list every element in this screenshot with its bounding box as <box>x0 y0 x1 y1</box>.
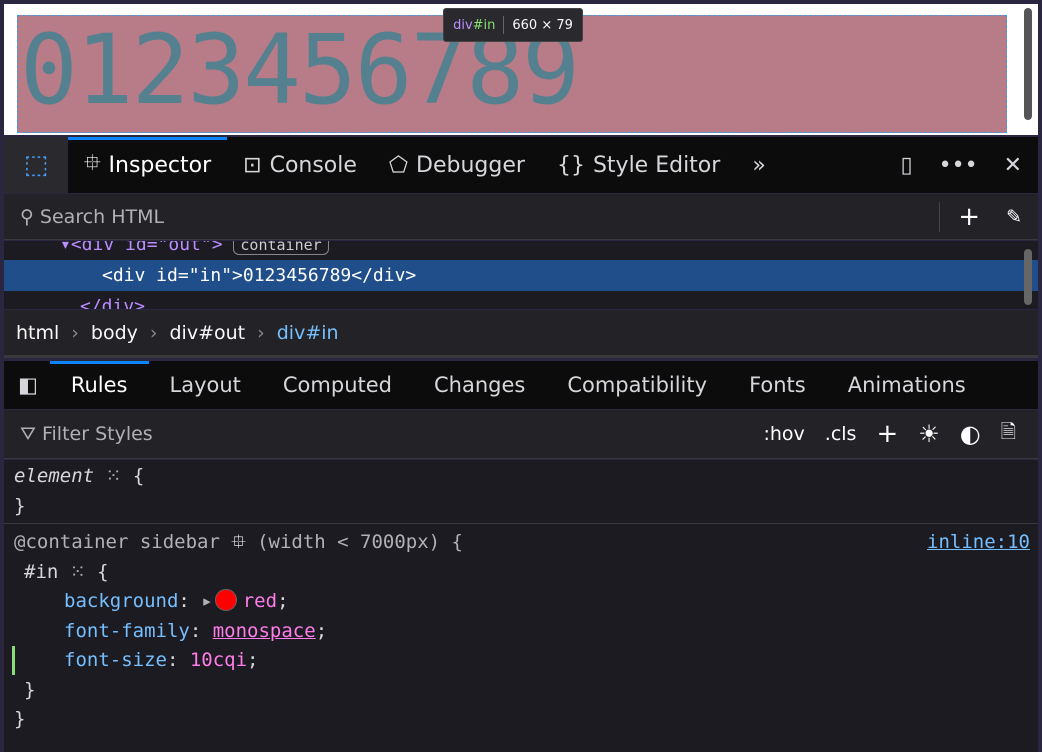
add-rule-icon[interactable]: + <box>876 419 898 449</box>
brace: } <box>14 708 26 730</box>
tab-label: Animations <box>847 373 966 397</box>
declaration-font-family[interactable]: font-family: monospace; <box>4 617 1038 647</box>
color-swatch[interactable] <box>214 589 237 611</box>
tab-label: Compatibility <box>567 373 708 397</box>
pick-cursor-icon: ⬚ <box>23 150 49 180</box>
sidebar-tabs: ◧ Rules Layout Computed Changes Compatib… <box>4 361 1038 409</box>
tab-label: Console <box>269 152 357 178</box>
rule-selector: #in <box>24 560 59 583</box>
divider <box>503 16 505 34</box>
breadcrumb-div-out[interactable]: div#out <box>170 322 246 344</box>
tab-inspector[interactable]: ⯐ Inspector <box>68 137 228 193</box>
tooltip-id: #in <box>472 17 496 33</box>
hover-state-button[interactable]: :hov <box>763 423 804 445</box>
search-input[interactable]: Search HTML <box>40 206 939 228</box>
tab-label: Changes <box>433 373 526 397</box>
markup-view: ▾<div id="out"> container <div id="in">0… <box>4 241 1038 309</box>
tab-label: Debugger <box>416 152 525 178</box>
add-node-button[interactable]: + <box>958 202 980 232</box>
tab-label: Style Editor <box>592 152 721 178</box>
light-scheme-icon[interactable]: ☀ <box>918 420 940 448</box>
debugger-icon: ⬠ <box>388 152 409 178</box>
prop-value-link[interactable]: monospace <box>213 620 316 642</box>
print-media-icon[interactable]: 🗎 <box>1001 418 1016 450</box>
tab-animations[interactable]: Animations <box>827 361 987 409</box>
markup-closing-tag[interactable]: </div> <box>4 291 1038 309</box>
markup-node-in-selected[interactable]: <div id="in">0123456789</div> <box>4 260 1038 291</box>
container-query: (width < 7000px) { <box>257 531 463 553</box>
tab-fonts[interactable]: Fonts <box>728 361 827 409</box>
tab-label: Fonts <box>749 373 806 397</box>
element-picker-button[interactable]: ⬚ <box>4 137 68 193</box>
tab-console[interactable]: ⊡ Console <box>227 137 373 193</box>
tooltip-tag: div <box>453 17 473 33</box>
tab-layout[interactable]: Layout <box>149 361 262 409</box>
tab-label: Layout <box>169 373 241 397</box>
responsive-design-icon[interactable]: ▯ <box>901 153 913 178</box>
tab-rules[interactable]: Rules <box>49 361 149 409</box>
markup-scrollbar[interactable] <box>1024 249 1032 305</box>
tab-style-editor[interactable]: {} Style Editor <box>541 137 736 193</box>
breadcrumb-body[interactable]: body <box>91 322 138 344</box>
tab-label: Computed <box>282 373 392 397</box>
chevron-right-icon: › <box>149 321 158 344</box>
filter-styles-bar: ⛛ Filter Styles :hov .cls + ☀ ◐ 🗎 <box>4 410 1038 459</box>
chevron-right-icon: › <box>257 321 265 344</box>
grid-dots-icon[interactable]: ⁙ <box>106 465 122 487</box>
breadcrumb-div-in[interactable]: div#in <box>277 322 339 344</box>
rule-source-link[interactable]: inline:10 <box>927 528 1030 558</box>
search-html-bar: ⚲ Search HTML + ✎ <box>4 194 1038 240</box>
tab-label: Inspector <box>108 152 212 178</box>
markup-node-out[interactable]: ▾<div id="out"> container <box>4 241 1038 260</box>
classes-button[interactable]: .cls <box>825 423 857 445</box>
inspector-icon: ⯐ <box>84 151 101 176</box>
filter-styles-input[interactable]: Filter Styles <box>42 423 153 445</box>
declaration-font-size[interactable]: font-size: 10cqi; <box>4 646 1038 676</box>
brace: } <box>24 678 36 701</box>
container-badge[interactable]: container <box>233 241 329 255</box>
page-scrollbar[interactable] <box>1024 8 1032 120</box>
element-selector: element <box>14 465 95 487</box>
prop-name: font-size <box>64 649 167 671</box>
tab-debugger[interactable]: ⬠ Debugger <box>373 137 541 193</box>
tab-label: Rules <box>70 373 128 397</box>
chevrons-right-icon: » <box>752 152 766 178</box>
dark-scheme-icon[interactable]: ◐ <box>960 420 981 448</box>
declaration-background[interactable]: background: ▸ red; <box>4 587 1038 617</box>
tab-compatibility[interactable]: Compatibility <box>546 361 728 409</box>
braces-icon: {} <box>556 152 585 178</box>
search-icon: ⚲ <box>20 205 34 228</box>
more-tabs-button[interactable]: » <box>736 137 781 193</box>
breadcrumb-html[interactable]: html <box>16 322 59 344</box>
highlight-tooltip: div#in 660 × 79 <box>443 8 583 42</box>
prop-name: font-family <box>64 619 190 642</box>
toggle-sidebar-icon[interactable]: ◧ <box>4 373 50 397</box>
tooltip-size: 660 × 79 <box>512 17 573 33</box>
brace: } <box>14 494 26 517</box>
expand-triangle-icon[interactable]: ▸ <box>201 590 212 612</box>
node-text: ▾<div id="out"> <box>60 241 223 255</box>
filter-icon: ⛛ <box>20 423 36 445</box>
devtools-toolbar: ⬚ ⯐ Inspector ⊡ Console ⬠ Debugger {} Style … <box>4 137 1038 193</box>
grid-dots-icon[interactable]: ⁙ <box>70 561 86 583</box>
close-icon[interactable]: ✕ <box>1004 153 1022 178</box>
prop-name: background <box>64 590 179 612</box>
chevron-right-icon: › <box>71 321 79 344</box>
container-rule: @container sidebar <box>14 531 220 553</box>
console-icon: ⊡ <box>243 152 262 178</box>
breadcrumb: html › body › div#out › div#in <box>4 310 1038 358</box>
more-options-icon[interactable]: ••• <box>939 153 978 178</box>
eyedropper-icon[interactable]: ✎ <box>1006 206 1022 228</box>
divider <box>939 201 941 232</box>
tab-changes[interactable]: Changes <box>413 361 546 409</box>
prop-value: 10cqi <box>189 649 248 671</box>
prop-value: red <box>242 590 278 612</box>
tab-computed[interactable]: Computed <box>262 361 413 409</box>
container-icon[interactable]: ⯐ <box>231 531 245 553</box>
changed-indicator <box>12 646 15 675</box>
rules-view: element ⁙ { } @container sidebar ⯐ (widt… <box>4 460 1038 752</box>
